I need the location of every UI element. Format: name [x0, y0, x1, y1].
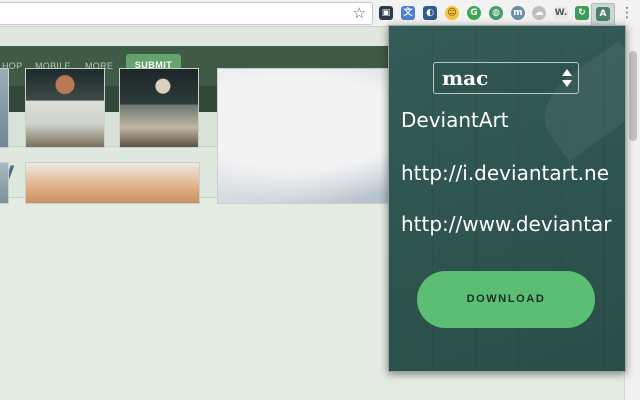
scrollbar-thumb[interactable]	[629, 51, 637, 141]
downloader-extension-icon[interactable]: A	[591, 3, 615, 26]
site-name: DeviantArt	[401, 108, 509, 132]
gallery-thumbnail[interactable]	[0, 68, 9, 148]
extension-icon-3[interactable]: ◐	[423, 6, 437, 20]
star-icon[interactable]: ☆	[353, 4, 366, 22]
w-extension-icon[interactable]: W.	[554, 6, 568, 20]
page-scrollbar[interactable]	[624, 25, 640, 400]
leaf-decoration	[528, 40, 625, 162]
cloud-extension-icon[interactable]: ☁	[532, 6, 546, 20]
grammar-extension-icon[interactable]: G	[467, 6, 481, 20]
gallery-thumbnail[interactable]	[25, 68, 105, 148]
gallery-thumbnail[interactable]	[0, 162, 9, 204]
downloader-popup: mac DeviantArt http://i.deviantart.ne ht…	[388, 25, 626, 372]
translate-extension-icon[interactable]: 文	[401, 6, 415, 20]
download-button[interactable]: DOWNLOAD	[417, 271, 595, 328]
os-select[interactable]: mac	[433, 62, 579, 94]
page-url: http://www.deviantar	[401, 212, 612, 236]
emoji-extension-icon[interactable]: ☺	[445, 6, 459, 20]
browser-toolbar: ☆ ▣ 文 ◐ ☺ G ◍ m ☁ W. ↻ A ⋮	[0, 0, 640, 27]
gallery-thumbnail[interactable]	[119, 68, 199, 148]
updown-arrows-icon	[562, 68, 572, 88]
globe-extension-icon[interactable]: ◍	[489, 6, 503, 20]
address-bar[interactable]: ☆	[0, 2, 373, 25]
extension-icon-1[interactable]: ▣	[379, 6, 393, 20]
image-url: http://i.deviantart.ne	[401, 161, 610, 185]
os-select-value: mac	[442, 66, 489, 90]
gallery-thumbnail[interactable]	[25, 162, 200, 204]
extension-icon-7[interactable]: m	[511, 6, 525, 20]
vertical-dots-icon[interactable]: ⋮	[620, 4, 634, 22]
refresh-extension-icon[interactable]: ↻	[575, 6, 589, 20]
